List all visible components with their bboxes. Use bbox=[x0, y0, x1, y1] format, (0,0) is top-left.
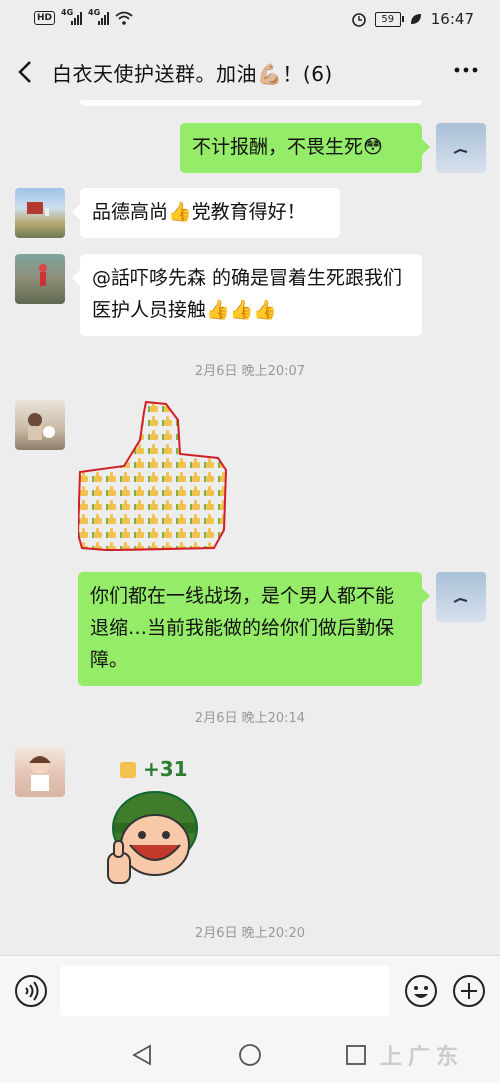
message-bubble-incoming[interactable]: 品德高尚👍党教育得好！ bbox=[72, 188, 340, 238]
hd-badge: HD bbox=[34, 11, 56, 25]
nav-back-icon[interactable] bbox=[130, 1043, 154, 1067]
signal-icon: 4G bbox=[88, 8, 110, 25]
message-bubble-outgoing[interactable]: 你们都在一线战场，是个男人都不能退缩…当前我能做的给你们做后勤保障。 bbox=[78, 572, 430, 686]
battery-icon: 59 bbox=[374, 11, 404, 27]
input-bar bbox=[0, 955, 500, 1028]
timestamp: 2月6日 晚上20:07 bbox=[194, 364, 306, 379]
soldier-thumbs-up-sticker[interactable]: +31 bbox=[100, 755, 210, 895]
leaf-icon bbox=[410, 14, 421, 24]
avatar[interactable] bbox=[15, 400, 65, 450]
watermark: 上广东 bbox=[380, 1045, 465, 1070]
message-bubble-outgoing[interactable]: 不计报酬，不畏生死😳 bbox=[180, 123, 430, 173]
signal-icon: 4G bbox=[61, 8, 83, 25]
message-input[interactable] bbox=[60, 966, 390, 1016]
timestamp: 2月6日 晚上20:20 bbox=[194, 926, 306, 941]
avatar[interactable] bbox=[436, 572, 486, 622]
avatar[interactable] bbox=[15, 747, 65, 797]
partial-message bbox=[80, 100, 422, 106]
message-text: 品德高尚👍党教育得好！ bbox=[92, 201, 306, 223]
more-dots-icon[interactable] bbox=[454, 66, 478, 74]
chat-title: 白衣天使护送群。加油💪🏼！(6) bbox=[52, 62, 333, 86]
thumbs-up-icon bbox=[120, 762, 136, 778]
nav-recent-icon[interactable] bbox=[344, 1043, 368, 1067]
chat-header: 白衣天使护送群。加油💪🏼！(6) bbox=[0, 44, 500, 100]
message-text: @話吓哆先森 的确是冒着生死跟我们医护人员接触👍👍👍 bbox=[92, 267, 403, 321]
wifi-icon bbox=[115, 11, 133, 25]
plus-icon[interactable] bbox=[452, 974, 486, 1008]
chevron-left-icon[interactable] bbox=[14, 58, 38, 86]
avatar[interactable] bbox=[15, 188, 65, 238]
status-bar: HD 4G 4G 59 16:47 bbox=[0, 0, 500, 40]
sticker-text: +31 bbox=[142, 757, 188, 781]
avatar[interactable] bbox=[436, 123, 486, 173]
avatar[interactable] bbox=[15, 254, 65, 304]
system-nav-bar: 上广东 bbox=[0, 1027, 500, 1083]
nav-home-icon[interactable] bbox=[238, 1043, 262, 1067]
voice-icon[interactable] bbox=[14, 974, 48, 1008]
emoji-icon[interactable] bbox=[404, 974, 438, 1008]
message-text: 不计报酬，不畏生死😳 bbox=[192, 136, 383, 158]
message-list[interactable]: 不计报酬，不畏生死😳 品德高尚👍党教育得好！ @話吓哆先森 的确是冒着生死跟我们… bbox=[0, 100, 500, 955]
timestamp: 2月6日 晚上20:14 bbox=[194, 711, 306, 726]
alarm-icon bbox=[351, 13, 366, 27]
thumbs-up-sticker[interactable] bbox=[78, 400, 228, 555]
message-text: 你们都在一线战场，是个男人都不能退缩…当前我能做的给你们做后勤保障。 bbox=[90, 585, 395, 671]
clock-time: 16:47 bbox=[430, 10, 474, 28]
message-bubble-incoming[interactable]: @話吓哆先森 的确是冒着生死跟我们医护人员接触👍👍👍 bbox=[72, 254, 422, 336]
